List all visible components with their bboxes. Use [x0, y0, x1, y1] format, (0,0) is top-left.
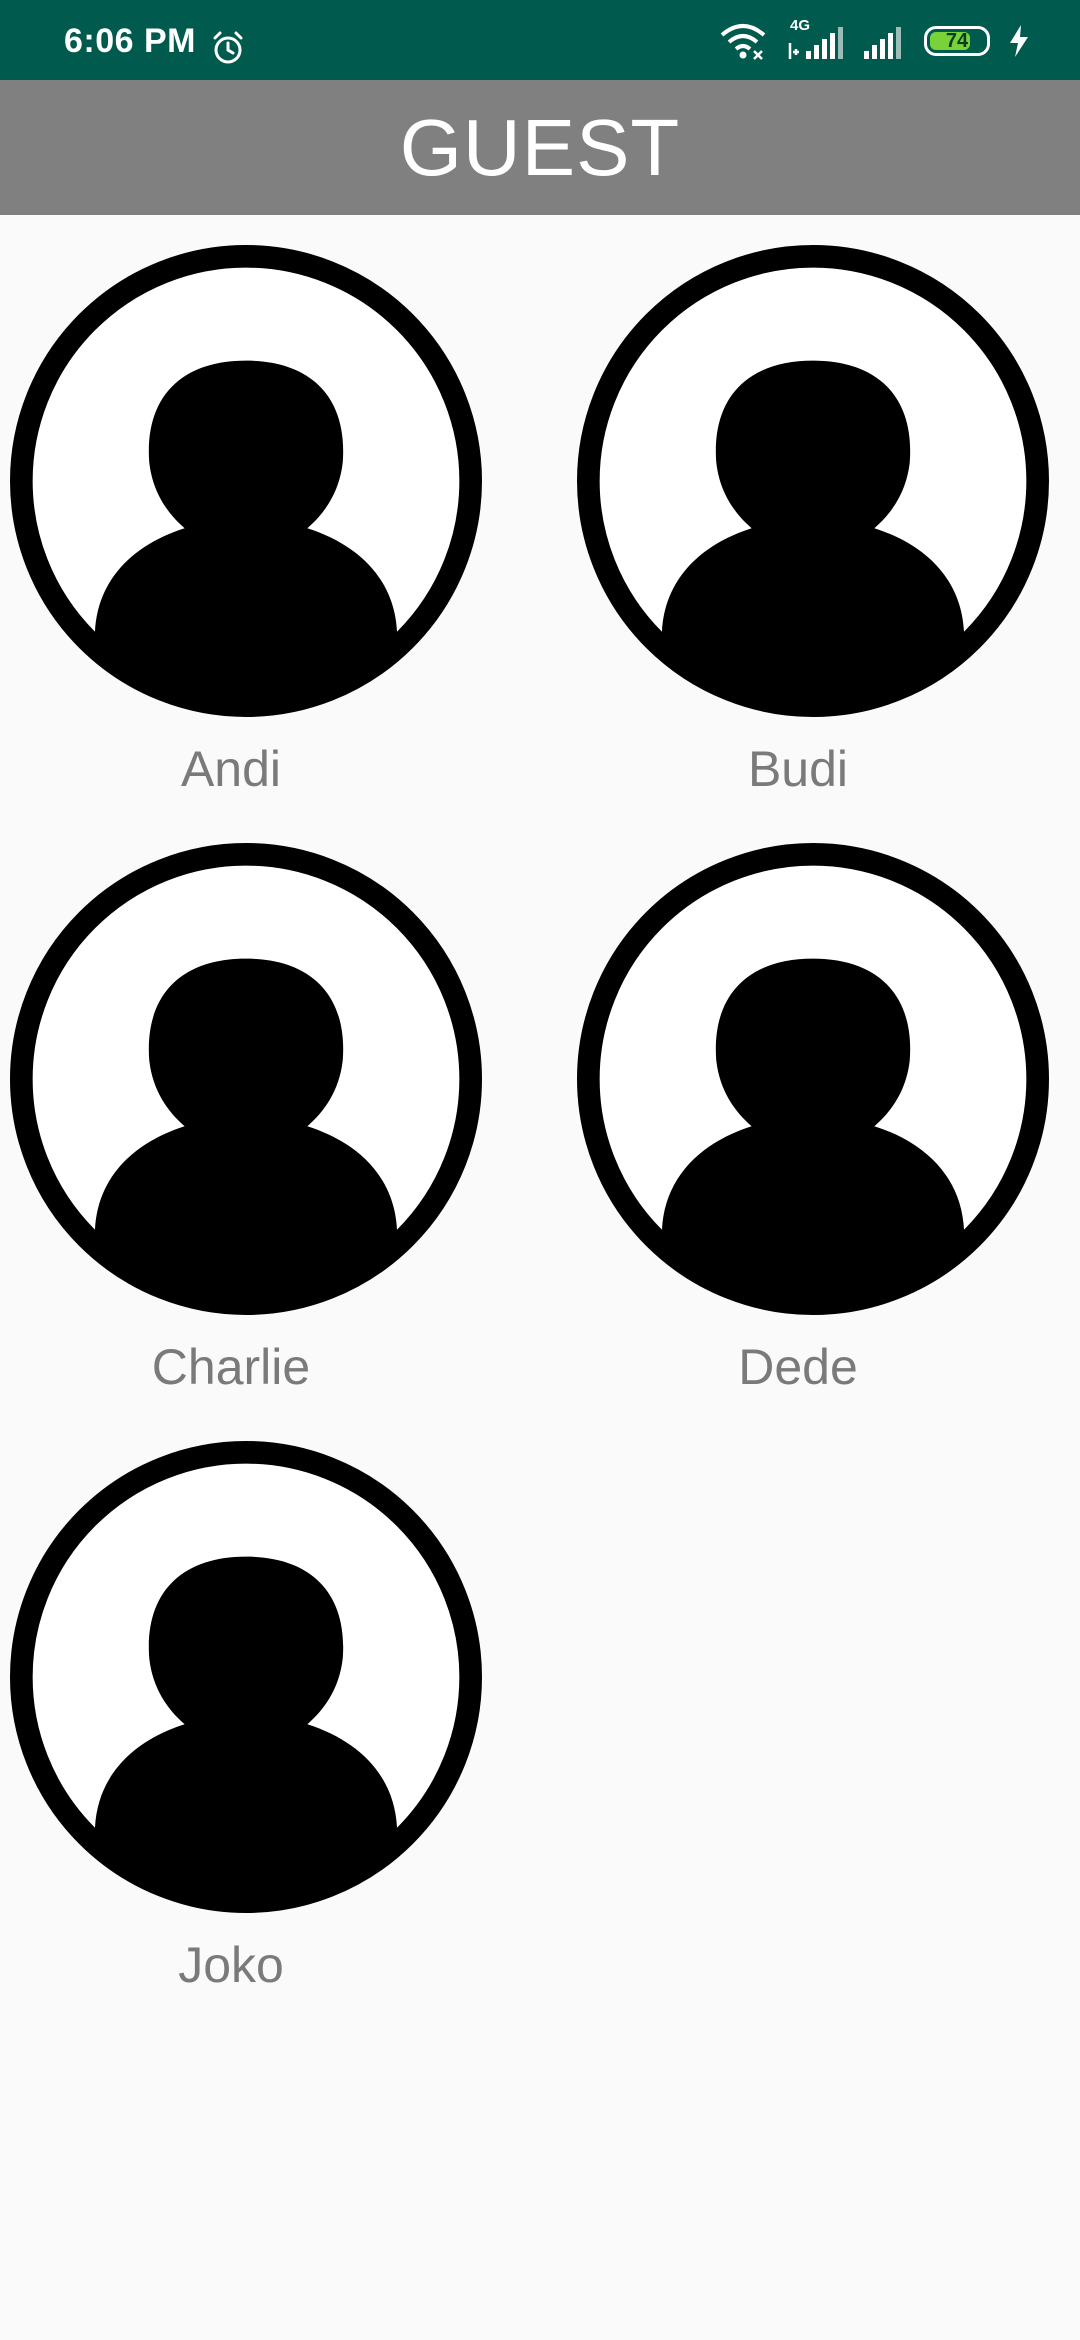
guest-card-budi[interactable]: Budi	[567, 215, 1049, 813]
person-avatar-icon	[10, 245, 482, 717]
page-title: GUEST	[399, 102, 681, 192]
person-avatar-icon	[10, 843, 482, 1315]
person-avatar-icon	[577, 245, 1049, 717]
guest-name: Andi	[180, 741, 282, 797]
battery-icon: 74	[924, 26, 990, 56]
signal-icon	[864, 27, 901, 59]
guest-card-charlie[interactable]: Charlie	[0, 813, 482, 1411]
guest-name: Dede	[738, 1339, 858, 1395]
guest-name: Charlie	[151, 1339, 311, 1395]
guest-card-andi[interactable]: Andi	[0, 215, 482, 813]
guest-card-joko[interactable]: Joko	[0, 1411, 482, 2009]
charging-icon	[1010, 25, 1028, 57]
status-time: 6:06 PM	[64, 22, 196, 60]
cellular-signal-1: 4G	[786, 17, 844, 61]
signal-icon	[788, 27, 843, 59]
guest-card-dede[interactable]: Dede	[567, 813, 1049, 1411]
person-avatar-icon	[10, 1441, 482, 1913]
guest-name: Joko	[178, 1937, 284, 1993]
app-bar: GUEST	[0, 80, 1080, 215]
battery-level-text: 74	[945, 29, 969, 52]
status-icons: 4G 74	[718, 17, 1030, 64]
person-avatar-icon	[577, 843, 1049, 1315]
status-bar: 6:06 PM 4G 74	[0, 0, 1080, 80]
guest-name: Budi	[747, 741, 849, 797]
alarm-icon	[213, 31, 243, 64]
wifi-icon	[720, 24, 766, 60]
